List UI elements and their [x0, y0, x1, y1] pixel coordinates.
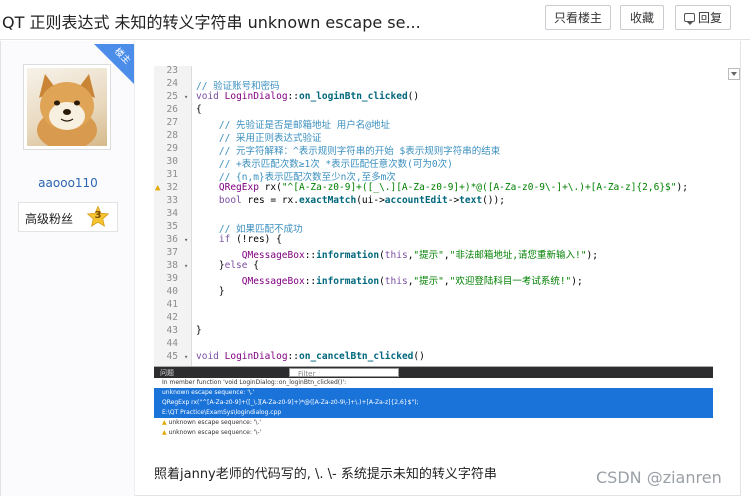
star-icon: 3 — [86, 205, 110, 229]
line-number: 39 — [166, 273, 178, 284]
fan-rank-label: 高级粉丝 — [25, 212, 74, 226]
author-username[interactable]: aaooo110 — [1, 176, 135, 190]
code-text: }else { — [196, 260, 259, 271]
code-text: { — [196, 104, 202, 115]
line-number: 31 — [166, 169, 178, 180]
code-text: // 元字符解释：^表示规则字符串的开始 $表示规则字符串的结束 — [196, 146, 501, 157]
code-text: } — [196, 325, 202, 336]
warning-icon: ▲ — [162, 419, 167, 426]
code-text: QMessageBox::information(this,"提示","欢迎登陆… — [241, 276, 583, 287]
code-text: // 先验证是否是邮箱地址 用户名@地址 — [196, 120, 390, 131]
reply-label: 回复 — [697, 11, 722, 25]
warning-icon: ▲ — [162, 429, 167, 436]
code-text: // 如果匹配不成功 — [196, 224, 303, 235]
host-badge: 楼主 — [94, 44, 134, 84]
line-number: 28 — [166, 130, 178, 141]
code-text: } — [196, 286, 225, 297]
line-number: 25 — [166, 91, 178, 102]
issue-row[interactable]: unknown escape sequence: '\.' — [154, 388, 713, 398]
issue-row[interactable]: QRegExp rx("^[A-Za-z0-9]+([_\.][A-Za-z0-… — [154, 398, 713, 408]
reply-button[interactable]: 回复 — [675, 5, 731, 30]
line-number: 26 — [166, 104, 178, 115]
line-number: 43 — [166, 325, 178, 336]
code-text: // {n,m}表示匹配次数至少n次,至多m次 — [196, 172, 396, 183]
fan-rank-level: 3 — [94, 210, 102, 221]
issues-toolbar: 问题 Filter — [154, 367, 713, 378]
fold-chevron-icon: ▾ — [184, 236, 189, 244]
line-number: 41 — [166, 299, 178, 310]
line-number: 37 — [166, 247, 178, 258]
watermark: CSDN @zianren — [596, 468, 722, 487]
code-text: QMessageBox::information(this,"提示","非法邮箱… — [241, 250, 598, 261]
favorite-button[interactable]: 收藏 — [620, 5, 664, 30]
warning-icon: ▲ — [155, 183, 161, 193]
code-text: if (!res) { — [218, 234, 282, 245]
code-text: void LoginDialog::on_cancelBtn_clicked() — [196, 351, 425, 362]
line-number: 23 — [166, 65, 178, 76]
line-number: 29 — [166, 143, 178, 154]
issue-row[interactable]: ▲ unknown escape sequence: '\-' — [154, 428, 713, 438]
code-text: // 采用正则表达式验证 — [196, 133, 322, 144]
line-number: 35 — [166, 221, 178, 232]
code-text: void LoginDialog::on_loginBtn_clicked() — [196, 91, 420, 102]
code-screenshot: 23 24// 验证账号和密码 25 ▾ void LoginDialog::on_lo… — [154, 65, 713, 366]
line-number: 44 — [166, 338, 178, 349]
issues-filter-input: Filter — [289, 368, 399, 378]
favorite-label: 收藏 — [629, 11, 654, 25]
fold-chevron-icon: ▾ — [184, 353, 189, 361]
line-number: 34 — [166, 208, 178, 219]
issue-row[interactable]: In member function 'void LoginDialog::on… — [154, 378, 713, 388]
fold-chevron-icon: ▾ — [184, 93, 189, 101]
author-panel: aaooo110 高级粉丝 3 楼主 — [1, 41, 135, 496]
line-number: 24 — [166, 78, 178, 89]
reply-icon — [683, 13, 695, 25]
line-number: 45 — [166, 351, 178, 362]
code-text: QRegExp rx("^[A-Za-z0-9]+([_\.][A-Za-z0-… — [218, 182, 688, 193]
code-line: 45 ▾ void LoginDialog::on_cancelBtn_clicke… — [154, 351, 713, 366]
issue-row[interactable]: E:\QT Practice\ExamSys\logindialog.cpp — [154, 408, 713, 418]
thread-header: QT 正则表达式 未知的转义字符串 unknown escape se... 只… — [0, 0, 750, 40]
line-number: 38 — [166, 260, 178, 271]
post: aaooo110 高级粉丝 3 楼主 23 24 // 验证账号和密码 25 ▾ void… — [0, 41, 741, 496]
only-host-label: 只看楼主 — [553, 11, 602, 25]
issues-tab: 问题 — [160, 369, 174, 377]
issue-row[interactable]: ▲ unknown escape sequence: '\.' — [154, 418, 713, 428]
line-number: 33 — [166, 195, 178, 206]
page: QT 正则表达式 未知的转义字符串 unknown escape se... 只… — [0, 0, 750, 496]
thread-title: QT 正则表达式 未知的转义字符串 unknown escape se... — [2, 13, 421, 32]
code-text: // +表示匹配次数≥1次 *表示匹配任意次数(可为0次) — [196, 159, 453, 170]
line-number: 36 — [166, 234, 178, 245]
line-number: 40 — [166, 286, 178, 297]
issues-panel: 问题 Filter In member function 'void Login… — [154, 366, 713, 440]
code-text: // 验证账号和密码 — [196, 81, 280, 92]
code-text: bool res = rx.exactMatch(ui->accountEdit… — [218, 195, 505, 206]
post-caption: 照着janny老师的代码写的, \. \- 系统提示未知的转义字符串 — [154, 467, 497, 482]
line-number: 27 — [166, 117, 178, 128]
post-menu-chevron-down-icon[interactable] — [728, 68, 740, 80]
line-number: 30 — [166, 156, 178, 167]
line-number: 42 — [166, 312, 178, 323]
fold-chevron-icon: ▾ — [184, 262, 189, 270]
fan-rank: 高级粉丝 3 — [18, 202, 118, 232]
only-host-button[interactable]: 只看楼主 — [545, 5, 611, 30]
